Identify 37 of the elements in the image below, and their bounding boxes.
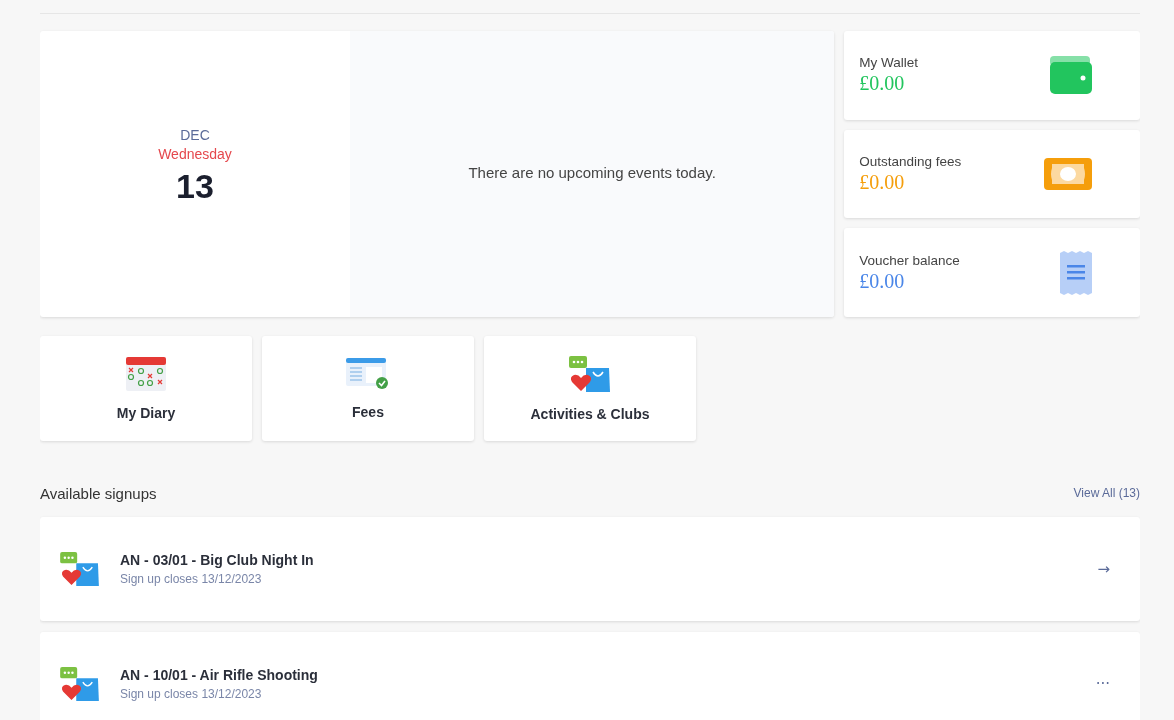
shortcut-tile[interactable]: My Diary bbox=[40, 336, 252, 441]
row-action-button[interactable]: ··· bbox=[1085, 671, 1120, 697]
balance-amount: £0.00 bbox=[859, 72, 906, 96]
signup-row[interactable]: AN - 03/01 - Big Club Night In Sign up closes 13/12/2023 → bbox=[40, 517, 1140, 621]
clubs-icon bbox=[60, 667, 100, 701]
signup-title: AN - 03/01 - Big Club Night In bbox=[120, 552, 315, 568]
calendar-icon bbox=[126, 356, 166, 391]
clubs-icon bbox=[569, 355, 611, 392]
bill-icon bbox=[346, 357, 390, 390]
day-number: 13 bbox=[176, 166, 214, 207]
balance-card[interactable]: My Wallet £0.00 bbox=[844, 31, 1140, 120]
balance-label: Voucher balance bbox=[859, 252, 960, 268]
banknote-icon bbox=[1044, 158, 1092, 190]
wallet-icon bbox=[1048, 56, 1092, 95]
shortcut-tile[interactable]: Fees bbox=[262, 336, 474, 441]
signup-row[interactable]: AN - 10/01 - Air Rifle Shooting Sign up closes 13/12/2023 ··· bbox=[40, 632, 1140, 720]
balance-card[interactable]: Outstanding fees £0.00 bbox=[844, 129, 1140, 219]
row-action-button[interactable]: → bbox=[1087, 556, 1120, 582]
weekday-label: Wednesday bbox=[158, 145, 232, 164]
no-events-message: There are no upcoming events today. bbox=[468, 163, 716, 181]
balance-amount: £0.00 bbox=[859, 171, 906, 194]
clubs-icon bbox=[60, 552, 100, 586]
balance-label: Outstanding fees bbox=[859, 154, 962, 169]
balance-amount: £0.00 bbox=[859, 269, 906, 293]
balance-card[interactable]: Voucher balance £0.00 bbox=[844, 228, 1140, 317]
shortcut-label: Fees bbox=[352, 403, 384, 420]
signup-title: AN - 10/01 - Air Rifle Shooting bbox=[120, 667, 319, 683]
receipt-icon bbox=[1060, 250, 1092, 295]
balance-label: My Wallet bbox=[859, 55, 919, 71]
shortcut-label: My Diary bbox=[116, 404, 176, 421]
signup-deadline: Sign up closes 13/12/2023 bbox=[120, 572, 263, 586]
shortcut-tile[interactable]: Activities & Clubs bbox=[484, 336, 696, 441]
view-all-link[interactable]: View All (13) bbox=[1073, 486, 1140, 500]
signup-deadline: Sign up closes 13/12/2023 bbox=[120, 687, 263, 701]
section-title: Available signups bbox=[40, 484, 157, 502]
shortcut-label: Activities & Clubs bbox=[530, 405, 650, 422]
month-label: DEC bbox=[180, 126, 210, 144]
